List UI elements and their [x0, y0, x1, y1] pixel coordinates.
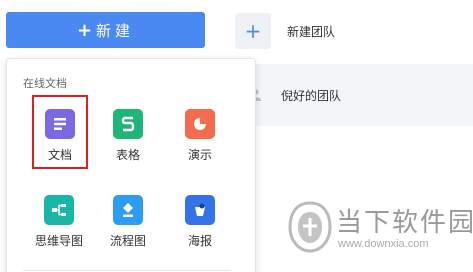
doc-item-document[interactable]: 文档 [32, 95, 88, 169]
section-title: 在线文档 [23, 77, 67, 90]
doc-item-label: 演示 [187, 148, 212, 162]
mindmap-icon [44, 195, 74, 225]
doc-item-label: 表格 [115, 148, 140, 162]
doc-item-sheet[interactable]: 表格 [98, 109, 158, 163]
new-team-item[interactable]: + 新建团队 [219, 0, 473, 62]
doc-item-label: 海报 [187, 234, 212, 248]
doc-item-label: 流程图 [109, 234, 146, 248]
plus-icon: + [76, 19, 93, 41]
team-name: 倪好的团队 [281, 88, 342, 103]
watermark-title: 当下软件园 [336, 208, 473, 238]
slides-icon [185, 109, 215, 139]
doc-item-poster[interactable]: 海报 [170, 195, 230, 249]
doc-icon [45, 109, 75, 139]
watermark-logo-icon [288, 201, 332, 253]
team-item[interactable]: 倪好的团队 [219, 64, 473, 126]
doc-item-label: 文档 [47, 148, 72, 162]
doc-item-label: 思维导图 [34, 234, 83, 248]
poster-icon [185, 195, 215, 225]
dropdown-divider [23, 270, 231, 271]
watermark: 当下软件园 www.downxia.com [286, 200, 473, 262]
new-dropdown-menu: 在线文档 文档 表格 演示 思维导图 流程图 海报 [6, 58, 256, 272]
doc-item-slides[interactable]: 演示 [170, 109, 230, 163]
plus-icon: + [235, 13, 271, 49]
flowchart-icon [113, 195, 143, 225]
team-name: 新建团队 [287, 24, 336, 39]
watermark-url: www.downxia.com [338, 238, 429, 250]
doc-item-mindmap[interactable]: 思维导图 [29, 195, 89, 249]
new-button-label: 新建 [96, 21, 135, 40]
new-button[interactable]: + 新建 [6, 12, 205, 48]
sheet-icon [113, 109, 143, 139]
doc-item-flowchart[interactable]: 流程图 [98, 195, 158, 249]
